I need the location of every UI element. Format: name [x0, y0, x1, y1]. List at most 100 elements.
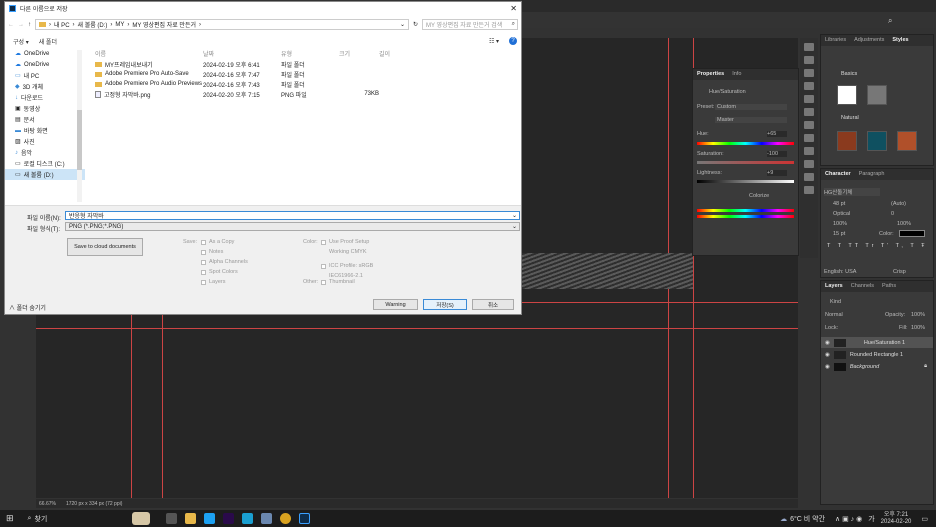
nav-item[interactable]: ▭ 새 볼륨 (D:) — [5, 169, 85, 180]
colorize-checkbox[interactable]: Colorize — [749, 193, 769, 199]
leading-field[interactable]: (Auto) — [891, 201, 906, 207]
column-type[interactable]: 유형 — [281, 49, 339, 58]
antialias-select[interactable]: Crisp — [893, 269, 906, 275]
tab-paragraph[interactable]: Paragraph — [859, 171, 885, 178]
chrome-icon[interactable] — [279, 513, 291, 524]
font-family-select[interactable]: HG산돌기체 — [824, 188, 880, 196]
v-app-icon[interactable] — [241, 513, 253, 524]
nav-item[interactable]: ▬ 바탕 화면 — [5, 125, 85, 136]
warning-button[interactable]: Warning — [373, 299, 418, 310]
text-style-buttons[interactable]: T T TT Tr T' T, T Ŧ — [827, 243, 928, 249]
nav-item[interactable]: ▤ 문서 — [5, 114, 85, 125]
eye-icon[interactable]: ◉ — [825, 364, 830, 370]
windows-start-icon[interactable]: ⊞ — [6, 513, 14, 524]
column-name[interactable]: 이름 — [91, 49, 203, 58]
organize-button[interactable]: 구성 ▾ — [13, 37, 29, 46]
nav-item[interactable]: ◆ 3D 개체 — [5, 81, 85, 92]
style-group-basics[interactable]: Basics — [841, 71, 857, 77]
tab-styles[interactable]: Styles — [892, 37, 908, 44]
saturation-value[interactable]: -100 — [767, 151, 787, 157]
new-folder-button[interactable]: 새 폴더 — [39, 37, 57, 46]
filename-input[interactable]: 반응형 자막바 ⌄ — [65, 211, 520, 220]
file-row[interactable]: Adobe Premiere Pro Auto-Save 2024-02-16 오… — [91, 69, 518, 79]
breadcrumb-item[interactable]: MY — [115, 22, 124, 28]
input-language[interactable]: 가 — [868, 514, 874, 524]
tray-icons[interactable]: ∧ ▣ ♪ ◉ — [835, 515, 862, 523]
column-length[interactable]: 길이 — [379, 49, 390, 58]
opacity-field[interactable]: 100% — [911, 312, 925, 318]
file-row[interactable]: 고정형 자막바.png 2024-02-20 오후 7:15 PNG 파일 73KB — [91, 89, 518, 99]
eye-icon[interactable]: ◉ — [825, 352, 830, 358]
chevron-down-icon[interactable]: ⌄ — [400, 21, 405, 28]
tab-adjustments[interactable]: Adjustments — [854, 37, 884, 44]
help-icon[interactable]: ? — [509, 37, 517, 45]
filetype-select[interactable]: PNG (*.PNG;*.PNG) ⌄ — [65, 222, 520, 231]
layer-row[interactable]: ◉ Rounded Rectangle 1 — [821, 349, 933, 360]
style-natural-swatch[interactable] — [897, 131, 917, 151]
layer-row[interactable]: ◉ Background 🔒︎ — [821, 361, 933, 372]
tab-libraries[interactable]: Libraries — [825, 37, 846, 44]
task-view-icon[interactable] — [165, 513, 177, 524]
style-natural-swatch[interactable] — [867, 131, 887, 151]
chevron-down-icon[interactable]: ⌄ — [512, 223, 517, 230]
spot-colors-checkbox[interactable]: Spot Colors — [201, 267, 248, 277]
tab-properties[interactable]: Properties — [697, 71, 724, 78]
up-arrow-icon[interactable]: ↑ — [28, 22, 31, 28]
notification-icon[interactable]: ▭ — [921, 515, 928, 523]
wing-app-icon[interactable] — [260, 513, 272, 524]
clock[interactable]: 오후 7:21 2024-02-20 — [881, 512, 912, 526]
refresh-icon[interactable]: ↻ — [413, 21, 418, 28]
tab-character[interactable]: Character — [825, 171, 851, 178]
eye-icon[interactable]: ◉ — [825, 340, 830, 346]
nav-item[interactable]: ▭ 로컬 디스크 (C:) — [5, 158, 85, 169]
forward-arrow-icon[interactable]: → — [18, 22, 24, 28]
nav-item[interactable]: ☁ OneDrive — [5, 59, 85, 70]
taskbar-search[interactable]: ⌕ 찾기 — [28, 514, 132, 524]
search-input[interactable]: MY 영상편집 자료 만든거 검색 ⌕ — [422, 19, 518, 30]
file-row[interactable]: MY프레임내보내기 2024-02-19 오후 6:41 파일 폴더 — [91, 59, 518, 69]
lightness-slider[interactable] — [697, 180, 794, 183]
style-basic-swatch[interactable] — [867, 85, 887, 105]
lightness-value[interactable]: +9 — [767, 170, 787, 176]
notes-checkbox[interactable]: Notes — [201, 247, 248, 257]
breadcrumb-item[interactable]: 내 PC — [54, 20, 70, 29]
icc-profile-checkbox[interactable]: ICC Profile: sRGB — [321, 261, 373, 271]
weather-text[interactable]: 6°C 비 약간 — [790, 514, 825, 524]
font-size-field[interactable]: 48 pt — [833, 201, 845, 207]
tab-info[interactable]: Info — [732, 71, 741, 78]
photoshop-icon[interactable] — [298, 513, 310, 524]
channel-select[interactable]: Master — [715, 117, 787, 123]
preset-select[interactable]: Custom — [715, 104, 787, 110]
file-row[interactable]: Adobe Premiere Pro Audio Previews 2024-02… — [91, 79, 518, 89]
column-size[interactable]: 크기 — [339, 49, 379, 58]
file-explorer-icon[interactable] — [184, 513, 196, 524]
nav-item[interactable]: ↓ 다운로드 — [5, 92, 85, 103]
widget-cake-icon[interactable] — [131, 512, 150, 525]
style-none-swatch[interactable] — [837, 85, 857, 105]
save-to-cloud-button[interactable]: Save to cloud documents — [67, 238, 143, 256]
horizontal-scale-field[interactable]: 100% — [897, 221, 911, 227]
blend-mode-select[interactable]: Normal — [825, 312, 843, 318]
back-arrow-icon[interactable]: ← — [8, 22, 14, 28]
nav-item[interactable]: ▨ 사진 — [5, 136, 85, 147]
view-options-icon[interactable]: ☷ ▾ — [489, 38, 499, 45]
breadcrumb-item[interactable]: MY 영상편집 자료 만든거 — [132, 20, 196, 29]
hide-folders-toggle[interactable]: ∧ 폴더 숨기기 — [9, 303, 46, 312]
tab-paths[interactable]: Paths — [882, 283, 896, 290]
chevron-down-icon[interactable]: ⌄ — [512, 212, 517, 219]
layers-checkbox[interactable]: Layers — [201, 277, 248, 287]
breadcrumb-item[interactable]: 새 볼륨 (D:) — [78, 20, 108, 29]
column-date[interactable]: 날짜 — [203, 49, 281, 58]
language-select[interactable]: English: USA — [824, 269, 856, 275]
nav-scrollbar[interactable] — [77, 50, 82, 202]
style-natural-swatch[interactable] — [837, 131, 857, 151]
as-copy-checkbox[interactable]: As a Copy — [201, 237, 248, 247]
cancel-button[interactable]: 취소 — [472, 299, 514, 310]
breadcrumb[interactable]: › 내 PC › 새 볼륨 (D:) › MY › MY 영상편집 자료 만든거 › ⌄ — [35, 19, 409, 30]
use-proof-setup-checkbox[interactable]: Use Proof Setup — [321, 237, 373, 247]
vertical-scale-field[interactable]: 100% — [833, 221, 847, 227]
style-group-natural[interactable]: Natural — [841, 115, 859, 121]
zoom-level[interactable]: 66.67% — [39, 501, 56, 507]
hue-value[interactable]: +65 — [767, 131, 787, 137]
fill-field[interactable]: 100% — [911, 325, 925, 331]
